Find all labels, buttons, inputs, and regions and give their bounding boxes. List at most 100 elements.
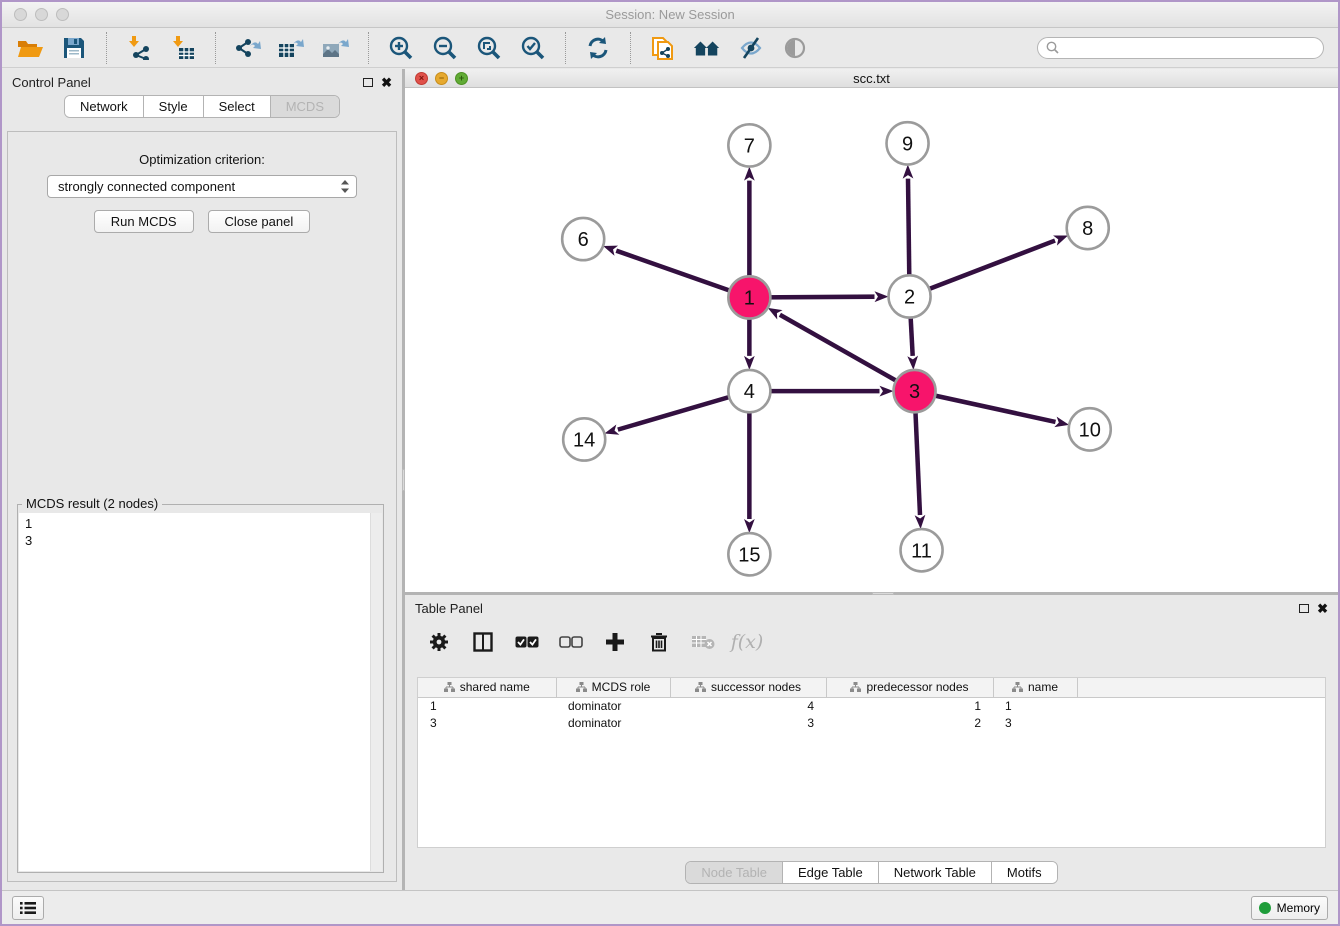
column-header-predecessor-nodes[interactable]: predecessor nodes	[826, 678, 993, 697]
node-label-3: 3	[909, 382, 920, 404]
zoom-selected-icon[interactable]	[519, 34, 547, 62]
status-bar: Memory	[2, 890, 1338, 924]
zoom-out-icon[interactable]	[431, 34, 459, 62]
control-panel-tabs: NetworkStyleSelectMCDS	[64, 95, 340, 118]
first-neighbors-icon[interactable]	[693, 34, 721, 62]
search-field[interactable]	[1037, 37, 1324, 59]
delete-row-icon[interactable]	[647, 630, 671, 654]
edge-3-1[interactable]	[780, 315, 915, 391]
node-label-14: 14	[573, 430, 595, 452]
show-hide-graphics-icon[interactable]	[737, 34, 765, 62]
gear-icon[interactable]	[427, 630, 451, 654]
table-cell[interactable]: 3	[670, 714, 826, 731]
splitter-handle-horizontal[interactable]	[872, 592, 894, 595]
toolbar-separator	[215, 32, 216, 64]
task-history-button[interactable]	[12, 896, 44, 920]
criterion-select[interactable]: strongly connected component	[47, 175, 357, 198]
function-builder-icon[interactable]: f(x)	[735, 630, 759, 654]
network-close-icon[interactable]: ×	[415, 72, 428, 85]
export-table-icon[interactable]	[278, 34, 306, 62]
node-label-8: 8	[1082, 218, 1093, 240]
table-toolbar: f(x)	[405, 621, 1338, 663]
node-label-1: 1	[744, 288, 755, 310]
node-label-15: 15	[738, 545, 760, 567]
table-cell[interactable]: 1	[826, 697, 993, 714]
close-panel-button[interactable]: Close panel	[208, 210, 311, 233]
table-cell[interactable]: 3	[993, 714, 1077, 731]
table-cell[interactable]: 2	[826, 714, 993, 731]
table-panel: Table Panel ✖	[405, 595, 1338, 890]
table-cell[interactable]: 1	[993, 697, 1077, 714]
float-panel-icon[interactable]	[363, 78, 373, 87]
list-icon	[20, 901, 36, 915]
tab-edge-table[interactable]: Edge Table	[782, 862, 878, 883]
control-panel: Control Panel ✖ NetworkStyleSelectMCDS O…	[2, 69, 405, 890]
search-icon	[1046, 41, 1059, 54]
tab-mcds[interactable]: MCDS	[270, 96, 339, 117]
tab-network-table[interactable]: Network Table	[878, 862, 991, 883]
table-cell-filler	[1077, 714, 1325, 731]
run-mcds-button[interactable]: Run MCDS	[94, 210, 194, 233]
table-panel-title: Table Panel	[415, 601, 483, 616]
tab-network[interactable]: Network	[65, 96, 143, 117]
network-minimize-icon[interactable]: −	[435, 72, 448, 85]
node-label-6: 6	[578, 230, 589, 252]
save-session-icon[interactable]	[60, 34, 88, 62]
tab-select[interactable]: Select	[203, 96, 270, 117]
table-row[interactable]: 3dominator323	[418, 714, 1325, 731]
split-columns-icon[interactable]	[471, 630, 495, 654]
table-row[interactable]: 1dominator411	[418, 697, 1325, 714]
open-session-icon[interactable]	[16, 34, 44, 62]
import-network-icon[interactable]	[125, 34, 153, 62]
clone-network-icon[interactable]	[649, 34, 677, 62]
memory-label: Memory	[1277, 901, 1320, 915]
export-image-icon[interactable]	[322, 34, 350, 62]
select-arrows-icon	[340, 179, 350, 194]
network-graph[interactable]: 7968124314101511	[405, 88, 1338, 592]
edge-2-8[interactable]	[910, 241, 1055, 297]
search-input[interactable]	[1064, 41, 1315, 55]
zoom-fit-icon[interactable]	[475, 34, 503, 62]
memory-button[interactable]: Memory	[1251, 896, 1328, 920]
node-label-7: 7	[744, 136, 755, 158]
minimize-window-icon[interactable]	[35, 8, 48, 21]
table-cell[interactable]: 1	[418, 697, 556, 714]
table-cell[interactable]: dominator	[556, 697, 670, 714]
column-header-shared-name[interactable]: shared name	[418, 678, 556, 697]
tab-node-table[interactable]: Node Table	[686, 862, 782, 883]
column-header-MCDS-role[interactable]: MCDS role	[556, 678, 670, 697]
tab-motifs[interactable]: Motifs	[991, 862, 1057, 883]
table-cell[interactable]: 3	[418, 714, 556, 731]
delete-table-icon[interactable]	[691, 630, 715, 654]
mcds-panel: Optimization criterion: strongly connect…	[7, 131, 397, 882]
toolbar-separator	[368, 32, 369, 64]
mcds-result-list[interactable]: 1 3	[19, 513, 382, 871]
zoom-window-icon[interactable]	[56, 8, 69, 21]
node-table[interactable]: shared nameMCDS rolesuccessor nodesprede…	[417, 677, 1326, 848]
mcds-result-group: MCDS result (2 nodes) 1 3	[17, 504, 384, 873]
export-network-icon[interactable]	[234, 34, 262, 62]
network-canvas[interactable]: 7968124314101511	[405, 88, 1338, 592]
close-window-icon[interactable]	[14, 8, 27, 21]
window-title: Session: New Session	[2, 7, 1338, 22]
zoom-in-icon[interactable]	[387, 34, 415, 62]
add-row-icon[interactable]	[603, 630, 627, 654]
deselect-all-icon[interactable]	[559, 630, 583, 654]
network-maximize-icon[interactable]: +	[455, 72, 468, 85]
splitter-handle[interactable]	[402, 469, 405, 491]
import-table-icon[interactable]	[169, 34, 197, 62]
column-header-name[interactable]: name	[993, 678, 1077, 697]
result-scrollbar[interactable]	[370, 513, 382, 871]
close-panel-icon[interactable]: ✖	[381, 76, 392, 89]
float-table-panel-icon[interactable]	[1299, 604, 1309, 613]
close-table-panel-icon[interactable]: ✖	[1317, 602, 1328, 615]
refresh-icon[interactable]	[584, 34, 612, 62]
table-cell-filler	[1077, 697, 1325, 714]
node-label-4: 4	[744, 382, 755, 404]
show-hide-panel-icon[interactable]	[781, 34, 809, 62]
tab-style[interactable]: Style	[143, 96, 203, 117]
select-all-icon[interactable]	[515, 630, 539, 654]
table-cell[interactable]: 4	[670, 697, 826, 714]
table-cell[interactable]: dominator	[556, 714, 670, 731]
column-header-successor-nodes[interactable]: successor nodes	[670, 678, 826, 697]
